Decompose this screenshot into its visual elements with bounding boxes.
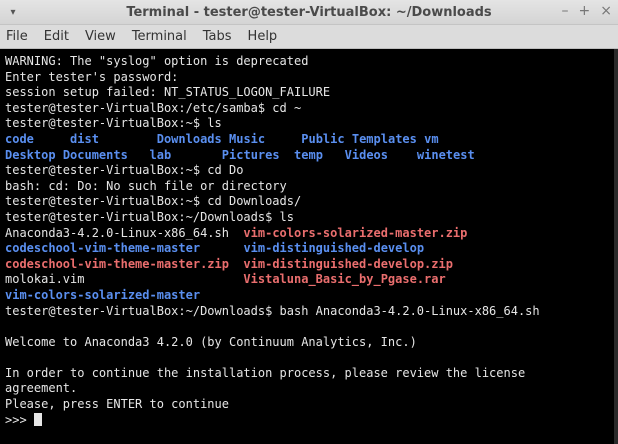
terminal-line: vim-colors-solarized-master bbox=[5, 288, 614, 304]
terminal-text: Documents bbox=[62, 147, 128, 162]
cursor bbox=[33, 412, 42, 426]
terminal-text: tester@tester-VirtualBox:~/Downloads$ ba… bbox=[5, 303, 540, 318]
scrollbar[interactable] bbox=[614, 49, 618, 444]
terminal-line: tester@tester-VirtualBox:~$ cd Do bbox=[5, 163, 614, 179]
menu-file[interactable]: File bbox=[6, 29, 28, 44]
terminal-text: Welcome to Anaconda3 4.2.0 (by Continuum… bbox=[5, 334, 417, 349]
terminal-text: Anaconda3-4.2.0-Linux-x86_64.sh bbox=[5, 225, 244, 240]
terminal-text: tester@tester-VirtualBox:~/Downloads$ ls bbox=[5, 209, 294, 224]
terminal-text: winetest bbox=[416, 147, 475, 162]
terminal-line: tester@tester-VirtualBox:~/Downloads$ ba… bbox=[5, 304, 614, 320]
terminal-text: Desktop bbox=[5, 147, 56, 162]
terminal-text: codeschool-vim-theme-master.zip bbox=[5, 256, 229, 271]
minimize-icon[interactable]: – bbox=[562, 3, 569, 19]
maximize-icon[interactable]: + bbox=[579, 3, 591, 19]
terminal-text: Enter tester's password: bbox=[5, 69, 179, 84]
terminal-text: WARNING: The "syslog" option is deprecat… bbox=[5, 54, 309, 68]
terminal-text: tester@tester-VirtualBox:/etc/samba$ cd … bbox=[5, 100, 302, 115]
terminal-text: vim-distinguished-develop bbox=[243, 241, 425, 256]
terminal-text: molokai.vim bbox=[5, 272, 244, 287]
menu-help[interactable]: Help bbox=[248, 29, 278, 44]
terminal-line: code dist Downloads Music Public Templat… bbox=[5, 132, 614, 148]
terminal-text: Please, press ENTER to continue bbox=[5, 397, 229, 412]
terminal-line: agreement. bbox=[5, 381, 614, 397]
close-icon[interactable]: × bbox=[600, 3, 612, 19]
menu-bar: File Edit View Terminal Tabs Help bbox=[0, 25, 618, 49]
terminal-text: >>> bbox=[5, 412, 34, 427]
terminal-text: tester@tester-VirtualBox:~$ ls bbox=[5, 116, 222, 131]
terminal-text: lab bbox=[149, 147, 172, 162]
terminal-text: vim-colors-solarized-master.zip bbox=[243, 225, 468, 240]
terminal-text: Downloads bbox=[156, 131, 222, 146]
terminal-window: ▾ Terminal - tester@tester-VirtualBox: ~… bbox=[0, 0, 618, 444]
menu-view[interactable]: View bbox=[85, 29, 116, 44]
terminal-line: tester@tester-VirtualBox:~$ cd Downloads… bbox=[5, 194, 614, 210]
terminal-text: In order to continue the installation pr… bbox=[5, 365, 526, 380]
terminal-line: bash: cd: Do: No such file or directory bbox=[5, 179, 614, 195]
terminal-text: vim-distinguished-develop.zip bbox=[243, 256, 453, 271]
terminal-text: vm bbox=[424, 131, 439, 146]
terminal-text: Vistaluna_Basic_by_Pgase.rar bbox=[243, 272, 446, 287]
terminal-text: tester@tester-VirtualBox:~$ cd Do bbox=[5, 163, 244, 178]
terminal-text: code bbox=[5, 131, 34, 146]
terminal-line: codeschool-vim-theme-master vim-distingu… bbox=[5, 241, 614, 257]
terminal-line: tester@tester-VirtualBox:/etc/samba$ cd … bbox=[5, 101, 614, 117]
terminal-line: codeschool-vim-theme-master.zip vim-dist… bbox=[5, 257, 614, 273]
terminal-text: Public bbox=[301, 131, 345, 146]
terminal-line: tester@tester-VirtualBox:~$ ls bbox=[5, 116, 614, 132]
terminal-text: dist bbox=[70, 131, 99, 146]
terminal-line: Anaconda3-4.2.0-Linux-x86_64.sh vim-colo… bbox=[5, 226, 614, 242]
window-title: Terminal - tester@tester-VirtualBox: ~/D… bbox=[126, 4, 492, 20]
terminal-text: temp bbox=[294, 147, 323, 162]
terminal-output[interactable]: WARNING: The "syslog" option is deprecat… bbox=[0, 49, 614, 444]
terminal-line: WARNING: The "syslog" option is deprecat… bbox=[5, 54, 614, 70]
window-controls: – + × bbox=[562, 3, 612, 19]
terminal-text: agreement. bbox=[5, 381, 78, 396]
terminal-text: bash: cd: Do: No such file or directory bbox=[5, 178, 287, 193]
terminal-text: Videos bbox=[344, 147, 388, 162]
terminal-line: Desktop Documents lab Pictures temp Vide… bbox=[5, 148, 614, 164]
terminal-text: codeschool-vim-theme-master bbox=[5, 241, 201, 256]
terminal-text: session setup failed: NT_STATUS_LOGON_FA… bbox=[5, 85, 331, 100]
terminal-line: Enter tester's password: bbox=[5, 70, 614, 86]
terminal-text: Templates bbox=[351, 131, 417, 146]
menu-terminal[interactable]: Terminal bbox=[132, 29, 187, 44]
window-menu-icon[interactable]: ▾ bbox=[0, 7, 26, 18]
terminal-text: Music bbox=[229, 131, 266, 146]
menu-tabs[interactable]: Tabs bbox=[203, 29, 232, 44]
terminal-line: Welcome to Anaconda3 4.2.0 (by Continuum… bbox=[5, 335, 614, 351]
terminal-line: In order to continue the installation pr… bbox=[5, 366, 614, 382]
terminal-line: session setup failed: NT_STATUS_LOGON_FA… bbox=[5, 85, 614, 101]
terminal-line: Please, press ENTER to continue bbox=[5, 397, 614, 413]
terminal-line: molokai.vim Vistaluna_Basic_by_Pgase.rar bbox=[5, 272, 614, 288]
terminal-text: tester@tester-VirtualBox:~$ cd Downloads… bbox=[5, 194, 302, 209]
title-bar[interactable]: ▾ Terminal - tester@tester-VirtualBox: ~… bbox=[0, 0, 618, 25]
terminal-line: tester@tester-VirtualBox:~/Downloads$ ls bbox=[5, 210, 614, 226]
terminal-line: >>> bbox=[5, 412, 614, 429]
terminal-text: Pictures bbox=[221, 147, 280, 162]
menu-edit[interactable]: Edit bbox=[44, 29, 69, 44]
terminal-text: vim-colors-solarized-master bbox=[5, 287, 201, 302]
